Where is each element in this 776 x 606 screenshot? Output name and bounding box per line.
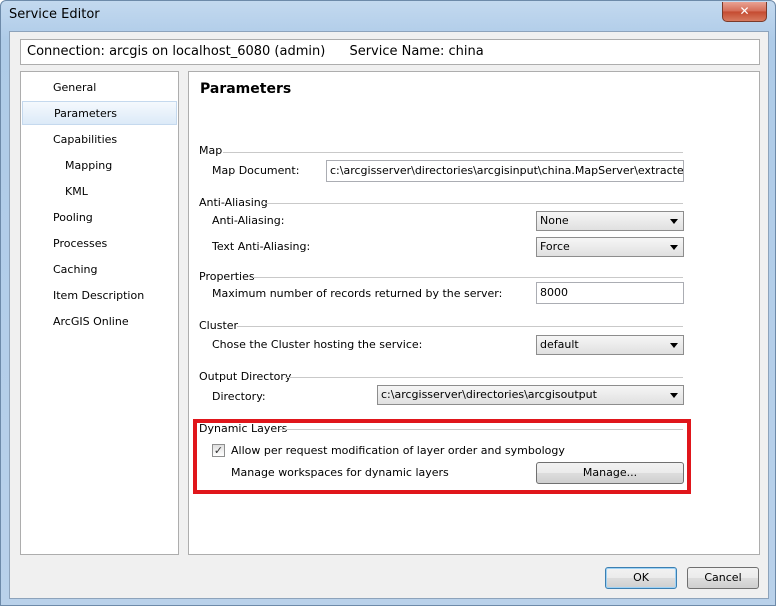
group-properties-label: Properties [199, 270, 255, 283]
manage-button[interactable]: Manage... [536, 462, 684, 484]
chevron-down-icon [670, 343, 678, 348]
directory-select[interactable]: c:\arcgisserver\directories\arcgisoutput [377, 385, 684, 405]
group-anti-aliasing-label: Anti-Aliasing [199, 196, 268, 209]
group-map-divider [223, 152, 683, 153]
max-records-field[interactable]: 8000 [536, 282, 684, 304]
group-anti-aliasing-divider [265, 203, 683, 204]
cluster-label: Chose the Cluster hosting the service: [212, 338, 423, 351]
max-records-label: Maximum number of records returned by th… [212, 287, 503, 300]
text-anti-aliasing-label: Text Anti-Aliasing: [212, 240, 311, 253]
nav-item-processes[interactable]: Processes [22, 232, 177, 256]
anti-aliasing-value: None [540, 214, 569, 227]
title-bar: Service Editor ✕ [1, 1, 775, 31]
chevron-down-icon [670, 245, 678, 250]
chevron-down-icon [670, 393, 678, 398]
allow-modification-label[interactable]: Allow per request modification of layer … [231, 444, 565, 457]
group-cluster-label: Cluster [199, 319, 239, 332]
close-icon[interactable]: ✕ [722, 2, 767, 22]
manage-workspaces-label: Manage workspaces for dynamic layers [231, 466, 449, 479]
group-output-directory-divider [285, 377, 683, 378]
group-output-directory-label: Output Directory [199, 370, 292, 383]
connection-text: Connection: arcgis on localhost_6080 (ad… [27, 44, 326, 59]
dialog-client: Connection: arcgis on localhost_6080 (ad… [9, 31, 769, 599]
parameters-panel: Parameters Map Map Document: c:\arcgisse… [188, 71, 760, 555]
nav-item-mapping[interactable]: Mapping [22, 154, 177, 178]
directory-value: c:\arcgisserver\directories\arcgisoutput [381, 388, 597, 401]
group-dynamic-layers-label: Dynamic Layers [199, 422, 288, 435]
connection-bar: Connection: arcgis on localhost_6080 (ad… [20, 39, 760, 65]
anti-aliasing-select[interactable]: None [536, 211, 684, 231]
cluster-value: default [540, 338, 579, 351]
group-map-label: Map [199, 144, 223, 157]
cluster-select[interactable]: default [536, 335, 684, 355]
directory-label: Directory: [212, 390, 266, 403]
window-title: Service Editor [9, 7, 100, 22]
nav-item-general[interactable]: General [22, 76, 177, 100]
allow-modification-checkbox[interactable]: ✓ [212, 444, 225, 457]
map-document-label: Map Document: [212, 164, 300, 177]
service-editor-window: Service Editor ✕ Connection: arcgis on l… [0, 0, 776, 606]
text-anti-aliasing-select[interactable]: Force [536, 237, 684, 257]
cancel-button[interactable]: Cancel [687, 567, 759, 589]
group-properties-divider [253, 277, 683, 278]
service-name-text: Service Name: china [349, 44, 484, 59]
page-title: Parameters [200, 81, 292, 97]
nav-list: General Parameters Capabilities Mapping … [20, 71, 179, 555]
nav-item-parameters[interactable]: Parameters [22, 101, 177, 125]
nav-item-capabilities[interactable]: Capabilities [22, 128, 177, 152]
group-dynamic-layers-divider [279, 429, 683, 430]
check-icon: ✓ [213, 444, 224, 457]
chevron-down-icon [670, 219, 678, 224]
group-cluster-divider [237, 326, 683, 327]
nav-item-kml[interactable]: KML [22, 180, 177, 204]
nav-item-caching[interactable]: Caching [22, 258, 177, 282]
ok-button[interactable]: OK [605, 567, 677, 589]
nav-item-arcgis-online[interactable]: ArcGIS Online [22, 310, 177, 334]
nav-item-pooling[interactable]: Pooling [22, 206, 177, 230]
map-document-field[interactable]: c:\arcgisserver\directories\arcgisinput\… [326, 160, 684, 182]
anti-aliasing-label: Anti-Aliasing: [212, 214, 285, 227]
nav-item-item-description[interactable]: Item Description [22, 284, 177, 308]
text-anti-aliasing-value: Force [540, 240, 570, 253]
